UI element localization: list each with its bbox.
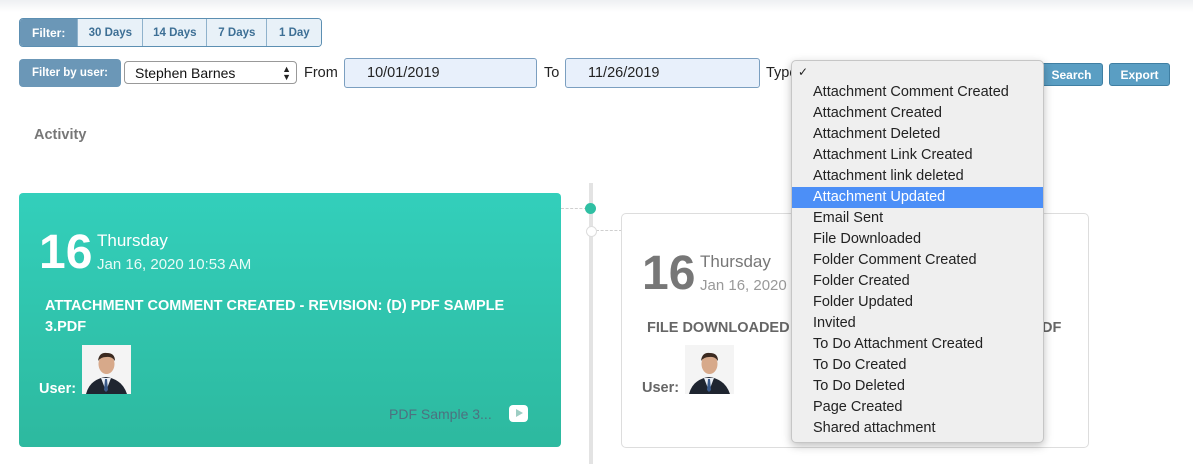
- activity-datetime: Jan 16, 2020: [700, 277, 787, 294]
- type-option[interactable]: Email Sent: [792, 208, 1043, 229]
- type-option[interactable]: Shared attachment: [792, 418, 1043, 439]
- checkmark-icon: ✓: [798, 65, 809, 79]
- user-label: User:: [642, 380, 680, 396]
- user-label: User:: [39, 381, 77, 397]
- timeline-connector: [596, 230, 622, 231]
- play-icon[interactable]: [509, 405, 528, 422]
- filter-by-user-label: Filter by user:: [19, 59, 121, 87]
- attachment-link[interactable]: PDF Sample 3...: [389, 406, 492, 422]
- activity-datetime: Jan 16, 2020 10:53 AM: [97, 256, 252, 273]
- to-label: To: [544, 65, 560, 81]
- type-option[interactable]: To Do Deleted: [792, 376, 1043, 397]
- activity-day: 16: [39, 226, 93, 279]
- type-option-highlighted[interactable]: Attachment Updated: [792, 187, 1043, 208]
- to-date-input[interactable]: 11/26/2019: [565, 58, 760, 88]
- export-button[interactable]: Export: [1109, 63, 1170, 86]
- type-option[interactable]: Attachment link deleted: [792, 166, 1043, 187]
- search-button[interactable]: Search: [1040, 63, 1103, 86]
- activity-weekday: Thursday: [97, 231, 168, 250]
- top-shadow: [0, 0, 1193, 12]
- filter-7-days-button[interactable]: 7 Days: [206, 19, 267, 46]
- type-option[interactable]: Page Created: [792, 397, 1043, 418]
- timeline-dot: [585, 203, 596, 214]
- from-label: From: [304, 65, 338, 81]
- select-arrows-icon: ▲ ▼: [282, 64, 291, 82]
- type-option[interactable]: To Do Created: [792, 355, 1043, 376]
- user-select-value: Stephen Barnes: [135, 64, 236, 81]
- timeline-dot: [586, 226, 597, 237]
- activity-title-tail: DF: [1042, 320, 1062, 336]
- type-option[interactable]: Attachment Created: [792, 103, 1043, 124]
- type-option[interactable]: Attachment Link Created: [792, 145, 1043, 166]
- filter-1-day-button[interactable]: 1 Day: [266, 19, 322, 46]
- filter-label: Filter:: [20, 19, 78, 46]
- type-dropdown-menu[interactable]: ✓ Attachment Comment Created Attachment …: [791, 60, 1044, 443]
- type-option[interactable]: Attachment Comment Created: [792, 82, 1043, 103]
- activity-weekday: Thursday: [700, 252, 771, 271]
- time-filter-bar: Filter: 30 Days 14 Days 7 Days 1 Day: [19, 18, 323, 47]
- timeline-connector: [561, 208, 587, 209]
- filter-30-days-button[interactable]: 30 Days: [77, 19, 143, 46]
- type-option[interactable]: Folder Created: [792, 271, 1043, 292]
- user-avatar: [685, 345, 734, 394]
- type-option[interactable]: Folder Comment Created: [792, 250, 1043, 271]
- filter-14-days-button[interactable]: 14 Days: [142, 19, 207, 46]
- type-option[interactable]: Attachment Deleted: [792, 124, 1043, 145]
- type-option[interactable]: File Downloaded: [792, 229, 1043, 250]
- user-select[interactable]: Stephen Barnes ▲ ▼: [124, 61, 297, 84]
- activity-card: 16 Thursday Jan 16, 2020 10:53 AM ATTACH…: [19, 193, 561, 447]
- activity-title: FILE DOWNLOADED: [647, 320, 790, 336]
- activity-day: 16: [642, 247, 696, 300]
- type-option[interactable]: To Do Attachment Created: [792, 334, 1043, 355]
- from-date-input[interactable]: 10/01/2019: [344, 58, 537, 88]
- activity-heading: Activity: [34, 127, 87, 143]
- type-label: Type: [766, 65, 792, 81]
- activity-title: ATTACHMENT COMMENT CREATED - REVISION: (…: [45, 298, 505, 335]
- type-option[interactable]: Folder Updated: [792, 292, 1043, 313]
- type-option[interactable]: Invited: [792, 313, 1043, 334]
- user-avatar: [82, 345, 131, 394]
